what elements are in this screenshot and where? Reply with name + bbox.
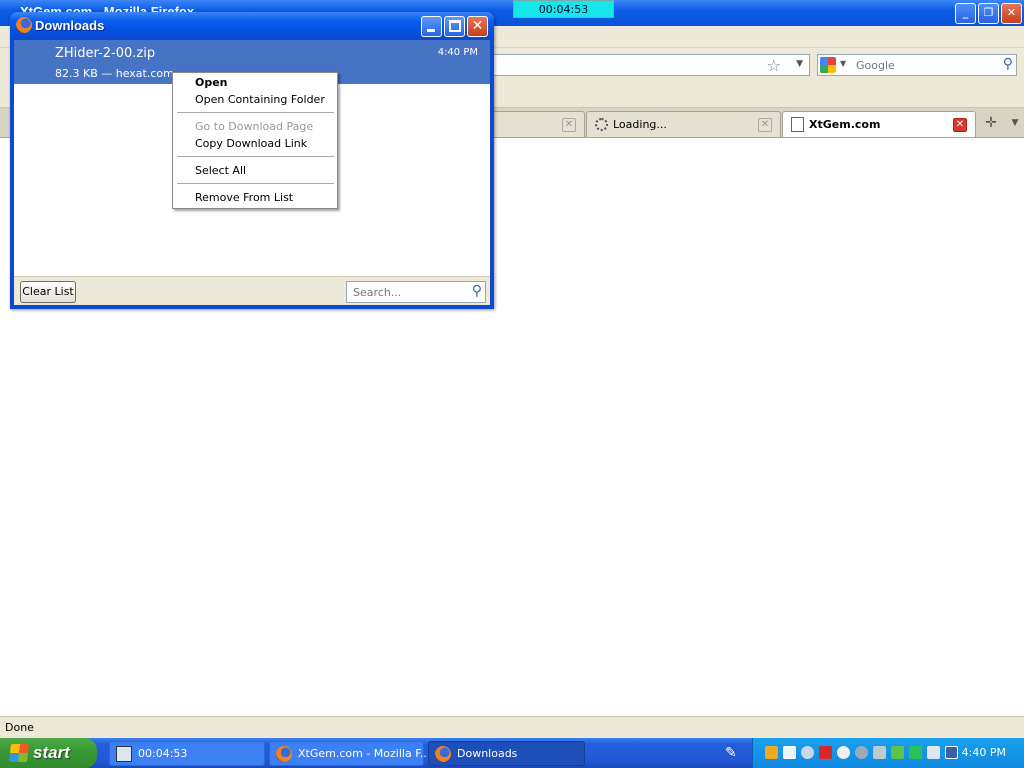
downloads-titlebar[interactable]: Downloads ✕ — [10, 12, 494, 40]
taskbar-button-label: XtGem.com - Mozilla F... — [298, 747, 431, 760]
pen-icon[interactable]: ✎ — [725, 745, 737, 761]
firefox-close-button[interactable]: ✕ — [1001, 3, 1022, 24]
network-icon[interactable] — [945, 746, 958, 759]
minimize-button[interactable] — [421, 16, 442, 37]
menu-separator — [177, 183, 334, 184]
taskbar-button-label: Downloads — [457, 747, 518, 760]
tray-app-icon[interactable] — [837, 746, 850, 759]
speaker-icon[interactable] — [927, 746, 940, 759]
menu-item-open[interactable]: Open — [174, 74, 336, 91]
tab-label: XtGem.com — [809, 118, 881, 131]
menu-item-open-containing-folder[interactable]: Open Containing Folder — [174, 91, 336, 108]
tray-app-icon[interactable] — [801, 746, 814, 759]
google-icon[interactable] — [820, 57, 836, 73]
tab-close-icon[interactable]: ✕ — [758, 118, 772, 132]
start-label: start — [33, 743, 70, 762]
downloads-footer: Clear List ⚲ — [14, 276, 490, 305]
taskbar-button-timer[interactable]: 00:04:53 — [109, 741, 265, 766]
tray-app-icon[interactable] — [891, 746, 904, 759]
search-bar[interactable]: ▼ ⚲ — [817, 54, 1017, 76]
close-button[interactable]: ✕ — [467, 16, 488, 37]
menu-separator — [177, 156, 334, 157]
firefox-icon — [276, 746, 292, 762]
shield-icon[interactable] — [819, 746, 832, 759]
menu-item-select-all[interactable]: Select All — [174, 162, 336, 179]
chevron-down-icon[interactable]: ▼ — [840, 59, 846, 68]
download-filename: ZHider-2-00.zip — [55, 46, 156, 61]
star-icon[interactable]: ☆ — [767, 56, 781, 75]
taskbar-button-downloads[interactable]: Downloads — [428, 741, 585, 766]
windows-logo-icon — [9, 744, 29, 762]
taskbar-button-firefox[interactable]: XtGem.com - Mozilla F... — [269, 741, 430, 766]
download-meta: 82.3 KB — hexat.com — [55, 67, 174, 80]
start-button[interactable]: start — [0, 738, 97, 768]
plus-icon[interactable]: ✛ — [978, 111, 1004, 137]
tab-xtgem[interactable]: XtGem.com ✕ — [782, 111, 976, 137]
taskbar-button-label: 00:04:53 — [138, 747, 188, 760]
downloads-search-input[interactable] — [351, 283, 461, 301]
system-tray: 4:40 PM — [752, 738, 1024, 768]
maximize-button[interactable] — [444, 16, 465, 37]
tab-label: Loading... — [613, 118, 667, 131]
downloads-search[interactable]: ⚲ — [346, 281, 486, 303]
url-bar[interactable]: ☆ ▼ — [490, 54, 810, 76]
tray-app-icon[interactable] — [909, 746, 922, 759]
close-icon: ✕ — [471, 18, 484, 34]
menu-item-copy-download-link[interactable]: Copy Download Link — [174, 135, 336, 152]
tray-app-icon[interactable] — [873, 746, 886, 759]
menu-item-go-to-download-page[interactable]: Go to Download Page — [174, 118, 336, 135]
page-icon — [791, 117, 804, 132]
download-time: 4:40 PM — [437, 47, 478, 58]
timer-app-icon — [116, 746, 132, 762]
downloads-title: Downloads — [35, 18, 105, 33]
menu-item-remove-from-list[interactable]: Remove From List — [174, 189, 336, 206]
loading-spinner-icon — [595, 118, 608, 131]
tab-loading[interactable]: Loading... ✕ — [586, 111, 781, 137]
chevron-down-icon[interactable]: ▼ — [1006, 111, 1024, 137]
search-icon[interactable]: ⚲ — [1003, 56, 1013, 72]
tray-clock: 4:40 PM — [961, 746, 1006, 759]
firefox-icon — [16, 17, 32, 33]
context-menu: Open Open Containing Folder Go to Downlo… — [172, 72, 338, 209]
tray-app-icon[interactable] — [855, 746, 868, 759]
tray-app-icon[interactable] — [783, 746, 796, 759]
status-bar: Done — [0, 716, 1024, 738]
taskbar: start 00:04:53 XtGem.com - Mozilla F... … — [0, 738, 1024, 768]
chevron-down-icon[interactable]: ▼ — [796, 59, 803, 69]
firefox-restore-button[interactable]: ❐ — [978, 3, 999, 24]
firefox-icon — [435, 746, 451, 762]
status-text: Done — [5, 721, 34, 734]
search-input[interactable] — [854, 56, 994, 74]
search-icon[interactable]: ⚲ — [472, 283, 482, 299]
tray-app-icon[interactable] — [765, 746, 778, 759]
tab-close-icon[interactable]: ✕ — [953, 118, 967, 132]
timer-overlay: 00:04:53 — [513, 0, 614, 18]
tab-close-icon[interactable]: ✕ — [562, 118, 576, 132]
firefox-minimize-button[interactable]: _ — [955, 3, 976, 24]
menu-separator — [177, 112, 334, 113]
clear-list-button[interactable]: Clear List — [20, 281, 76, 303]
